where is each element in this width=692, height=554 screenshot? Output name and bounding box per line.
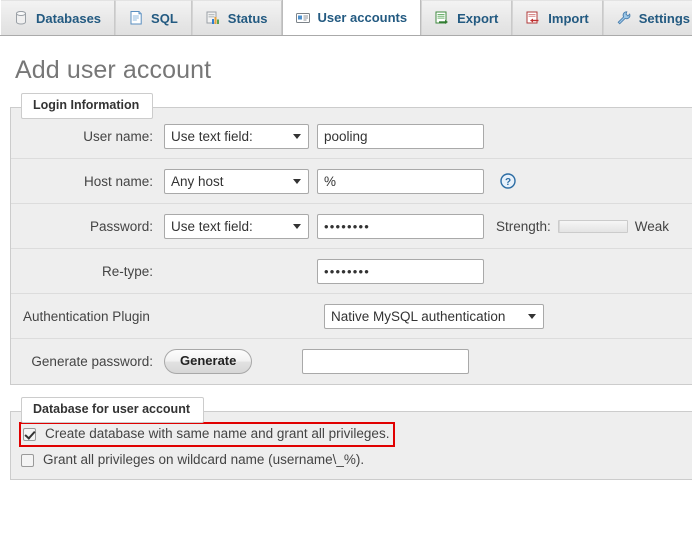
password-type-value: Use text field: [171, 218, 253, 234]
auth-plugin-label: Authentication Plugin [23, 308, 150, 324]
user-name-label: User name: [83, 128, 153, 144]
auth-plugin-select[interactable]: Native MySQL authentication [324, 303, 544, 329]
row-retype: Re-type: [11, 249, 692, 294]
grant-wildcard-label: Grant all privileges on wildcard name (u… [43, 451, 365, 467]
retype-password-input[interactable] [317, 258, 484, 284]
tab-export[interactable]: Export [421, 0, 513, 35]
database-icon [13, 10, 29, 26]
login-information-legend: Login Information [21, 93, 154, 119]
password-strength-label: Strength: [496, 218, 551, 234]
tab-user-accounts[interactable]: User accounts [281, 0, 422, 35]
row-auth-plugin: Authentication Plugin Native MySQL authe… [11, 294, 692, 339]
tab-sql[interactable]: SQL [115, 0, 192, 35]
user-name-type-value: Use text field: [171, 128, 253, 144]
export-icon [434, 10, 450, 26]
host-name-type-value: Any host [171, 173, 224, 189]
chevron-down-icon [293, 179, 301, 184]
wrench-icon [616, 10, 632, 26]
row-generate-password: Generate password: Generate [11, 339, 692, 384]
create-db-same-name-label: Create database with same name and grant… [45, 426, 390, 441]
database-for-user-fieldset: Database for user account Create databas… [10, 397, 692, 480]
id-card-icon [295, 10, 311, 26]
tab-settings[interactable]: Settings [602, 0, 692, 35]
tab-label: Databases [36, 10, 102, 26]
grant-wildcard-checkbox[interactable] [21, 453, 34, 467]
password-strength-word: Weak [634, 218, 670, 234]
row-password: Password: Use text field: Strength: Weak [11, 204, 692, 249]
chevron-down-icon [528, 314, 536, 319]
svg-text:?: ? [505, 177, 511, 188]
chevron-down-icon [293, 224, 301, 229]
auth-plugin-value: Native MySQL authentication [331, 308, 506, 324]
tab-label: SQL [151, 10, 178, 26]
password-input[interactable] [317, 213, 484, 239]
tab-label: Export [457, 10, 499, 26]
host-name-type-select[interactable]: Any host [164, 168, 309, 194]
page-content: Add user account Login Information User … [0, 36, 692, 554]
host-name-label: Host name: [83, 173, 153, 189]
tab-label: User accounts [317, 10, 408, 25]
tab-import[interactable]: Import [512, 0, 603, 35]
tab-status[interactable]: Status [191, 0, 282, 35]
password-type-select[interactable]: Use text field: [164, 213, 309, 239]
status-chart-icon [205, 10, 221, 26]
create-db-same-name-checkbox[interactable] [23, 427, 36, 441]
row-host-name: Host name: Any host ? [11, 159, 692, 204]
password-strength-meter [557, 219, 628, 233]
main-tab-bar: Databases SQL Status User accounts Expor… [0, 0, 692, 36]
password-label: Password: [89, 218, 153, 234]
password-strength-meter-fill [558, 220, 560, 232]
user-name-type-select[interactable]: Use text field: [164, 123, 309, 149]
sql-document-icon [128, 10, 144, 26]
retype-label: Re-type: [101, 263, 153, 279]
host-name-input[interactable] [317, 168, 484, 194]
help-question-icon[interactable]: ? [500, 173, 516, 189]
user-name-input[interactable] [317, 123, 484, 149]
option-create-db-same-name[interactable]: Create database with same name and grant… [19, 422, 395, 447]
generate-password-label: Generate password: [31, 354, 153, 369]
generate-button[interactable]: Generate [164, 348, 253, 375]
page-title: Add user account [15, 56, 212, 84]
chevron-down-icon [293, 134, 301, 139]
import-icon [525, 10, 541, 26]
generated-password-input[interactable] [302, 348, 470, 374]
row-user-name: User name: Use text field: [11, 114, 692, 159]
tab-databases[interactable]: Databases [1, 0, 116, 35]
database-for-user-legend: Database for user account [21, 397, 204, 423]
tab-label: Settings [638, 10, 691, 26]
login-information-fieldset: Login Information User name: Use text fi… [10, 93, 692, 385]
tab-label: Status [227, 10, 268, 26]
option-grant-wildcard[interactable]: Grant all privileges on wildcard name (u… [17, 449, 692, 472]
password-strength: Strength: Weak [496, 219, 669, 234]
tab-label: Import [548, 10, 589, 26]
